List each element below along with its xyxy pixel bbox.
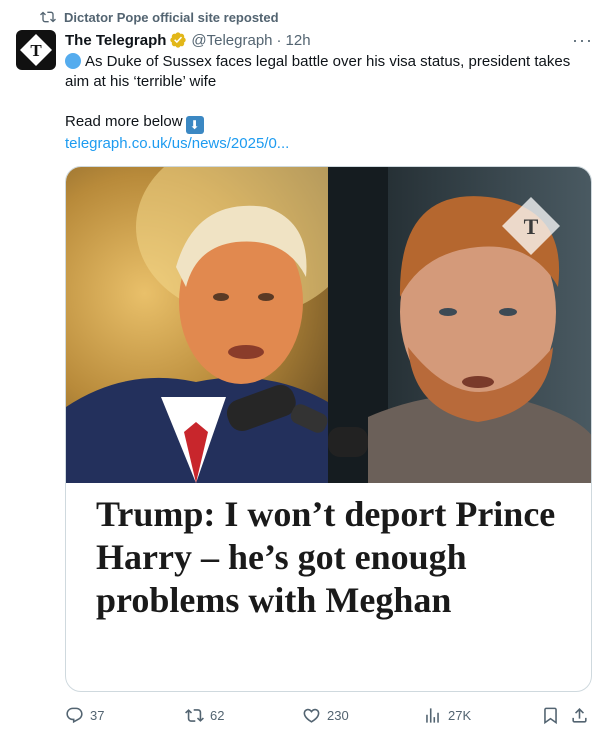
trump-photo-illustration [66,167,328,483]
share-icon [572,708,587,723]
reply-icon [66,707,83,724]
separator-dot: · [276,31,282,49]
verified-badge-icon [170,32,187,48]
avatar[interactable]: T [16,30,56,70]
tweet-text: As Duke of Sussex faces legal battle ove… [65,52,575,154]
harry-photo: T [328,167,591,483]
like-count: 230 [327,708,349,723]
card-image[interactable]: T [66,167,591,483]
bookmark-button[interactable] [541,706,560,725]
tweet-line2: Read more below [65,113,183,130]
share-button[interactable] [570,706,589,725]
timestamp[interactable]: 12h [286,32,311,49]
repost-button[interactable]: 62 [185,706,224,725]
repost-indicator[interactable]: Dictator Pope official site reposted [40,8,279,26]
reply-count: 37 [90,708,105,723]
view-count: 27K [448,708,472,723]
more-options-icon[interactable]: ··· [572,30,593,51]
like-button[interactable]: 230 [302,706,349,725]
author-handle[interactable]: @Telegraph [191,32,272,49]
action-bar: 37 62 230 27K [65,702,592,732]
svg-text:T: T [524,214,539,239]
reply-button[interactable]: 37 [65,706,104,725]
repost-icon [40,11,56,23]
heart-icon [303,708,320,723]
trump-photo [66,167,328,483]
tweet-line1: As Duke of Sussex faces legal battle ove… [65,53,571,90]
link-card[interactable]: T Trump: I won’t deport Prince Harry – h… [65,166,592,692]
harry-photo-illustration: T [328,167,591,483]
repost-count: 62 [210,708,225,723]
bookmark-icon [544,707,557,725]
down-arrow-emoji-icon: ⬇ [185,116,204,134]
card-headline[interactable]: Trump: I won’t deport Prince Harry – he’… [96,493,576,622]
retweet-icon [185,709,204,722]
telegraph-logo-icon: T [20,34,52,66]
svg-text:T: T [30,41,42,60]
blue-circle-emoji-icon [65,53,81,69]
article-link[interactable]: telegraph.co.uk/us/news/2025/0... [65,135,289,152]
repost-text: Dictator Pope official site reposted [64,9,279,25]
views-button[interactable]: 27K [423,706,471,725]
analytics-icon [426,708,439,723]
author-name[interactable]: The Telegraph [65,32,166,49]
